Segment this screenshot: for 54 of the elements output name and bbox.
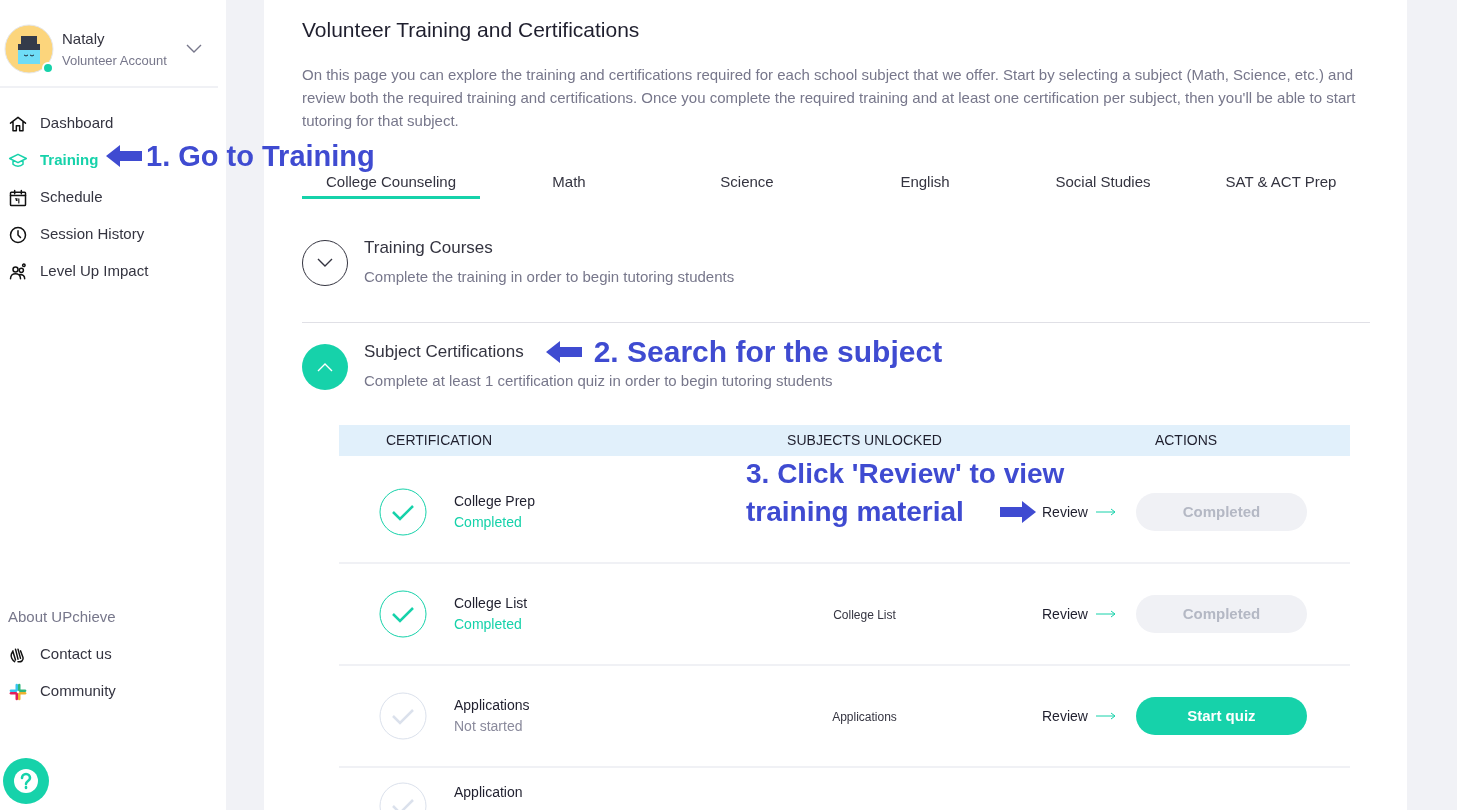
help-icon	[12, 767, 40, 795]
certification-status: Completed	[454, 513, 523, 532]
slack-icon	[8, 681, 28, 702]
people-icon	[8, 261, 28, 282]
sidebar-link[interactable]: Community	[0, 673, 226, 710]
chevron-down-icon	[317, 258, 333, 268]
avatar-icon	[4, 24, 54, 74]
review-link[interactable]: Review	[1042, 603, 1116, 625]
subject-tab[interactable]: SAT & ACT Prep	[1192, 155, 1370, 199]
subject-unlocked: College List	[833, 608, 896, 622]
sidebar-link[interactable]: Contact us	[0, 636, 226, 673]
about-heading: About UPchieve	[7, 606, 117, 627]
certification-name: College Prep	[454, 492, 535, 511]
nav-item[interactable]: Session History	[0, 216, 153, 253]
section-title: Training Courses	[364, 238, 493, 258]
arrow-icon	[1000, 501, 1036, 523]
section-subtitle: Complete at least 1 certification quiz in order to begin tutoring students	[364, 371, 833, 391]
column-header: SUBJECTS UNLOCKED	[786, 431, 943, 450]
certification-status: Not started	[454, 717, 524, 736]
certification-status: Completed	[454, 615, 523, 634]
arrow-icon	[106, 145, 142, 167]
user-name: Nataly	[62, 29, 106, 49]
section-subtitle: Complete the training in order to begin tutoring students	[364, 267, 735, 287]
annotation-text: 2. Search for the subject	[593, 336, 943, 368]
nav-item[interactable]: Schedule	[0, 179, 111, 216]
chevron-up-icon	[317, 362, 333, 372]
arrow-right-icon	[1095, 508, 1116, 516]
subject-tab[interactable]: Science	[658, 155, 836, 199]
page-title: Volunteer Training and Certifications	[302, 18, 641, 42]
page-description: On this page you can explore the training and certifications required for each school subject that we offer. Start by selecting a subject (Math, Science, etc.) and review both the required training and certifications. Once you complete the required training and at least one certification per subject, then you'll be able to start tutoring for that subject.	[302, 65, 1357, 131]
annotation-text: training material	[746, 495, 964, 529]
certification-name: Application	[454, 783, 523, 802]
expand-toggle-button[interactable]	[302, 344, 348, 390]
annotation-text: 3. Click 'Review' to view	[746, 457, 1065, 491]
nav-item[interactable]: Dashboard	[0, 105, 122, 142]
subject-tab[interactable]: Social Studies	[1014, 155, 1192, 199]
chevron-down-icon[interactable]	[186, 44, 202, 54]
subject-unlocked: Applications	[832, 710, 897, 724]
arrow-right-icon	[1095, 712, 1116, 720]
nav-item[interactable]: Level Up Impact	[0, 253, 157, 290]
column-header: ACTIONS	[1153, 431, 1219, 450]
certification-name: College List	[454, 594, 528, 613]
arrow-icon	[545, 341, 582, 363]
review-link[interactable]: Review	[1042, 705, 1116, 727]
subject-tab[interactable]: Math	[480, 155, 658, 199]
section-title: Subject Certifications	[364, 342, 524, 362]
clock-icon	[8, 224, 28, 245]
subject-tab[interactable]: English	[836, 155, 1014, 199]
arrow-right-icon	[1095, 610, 1116, 618]
calendar-icon	[8, 187, 28, 208]
column-header: CERTIFICATION	[385, 431, 494, 450]
review-link[interactable]: Review	[1042, 501, 1116, 523]
certification-name: Applications	[454, 696, 530, 715]
account-type: Volunteer Account	[62, 51, 168, 70]
